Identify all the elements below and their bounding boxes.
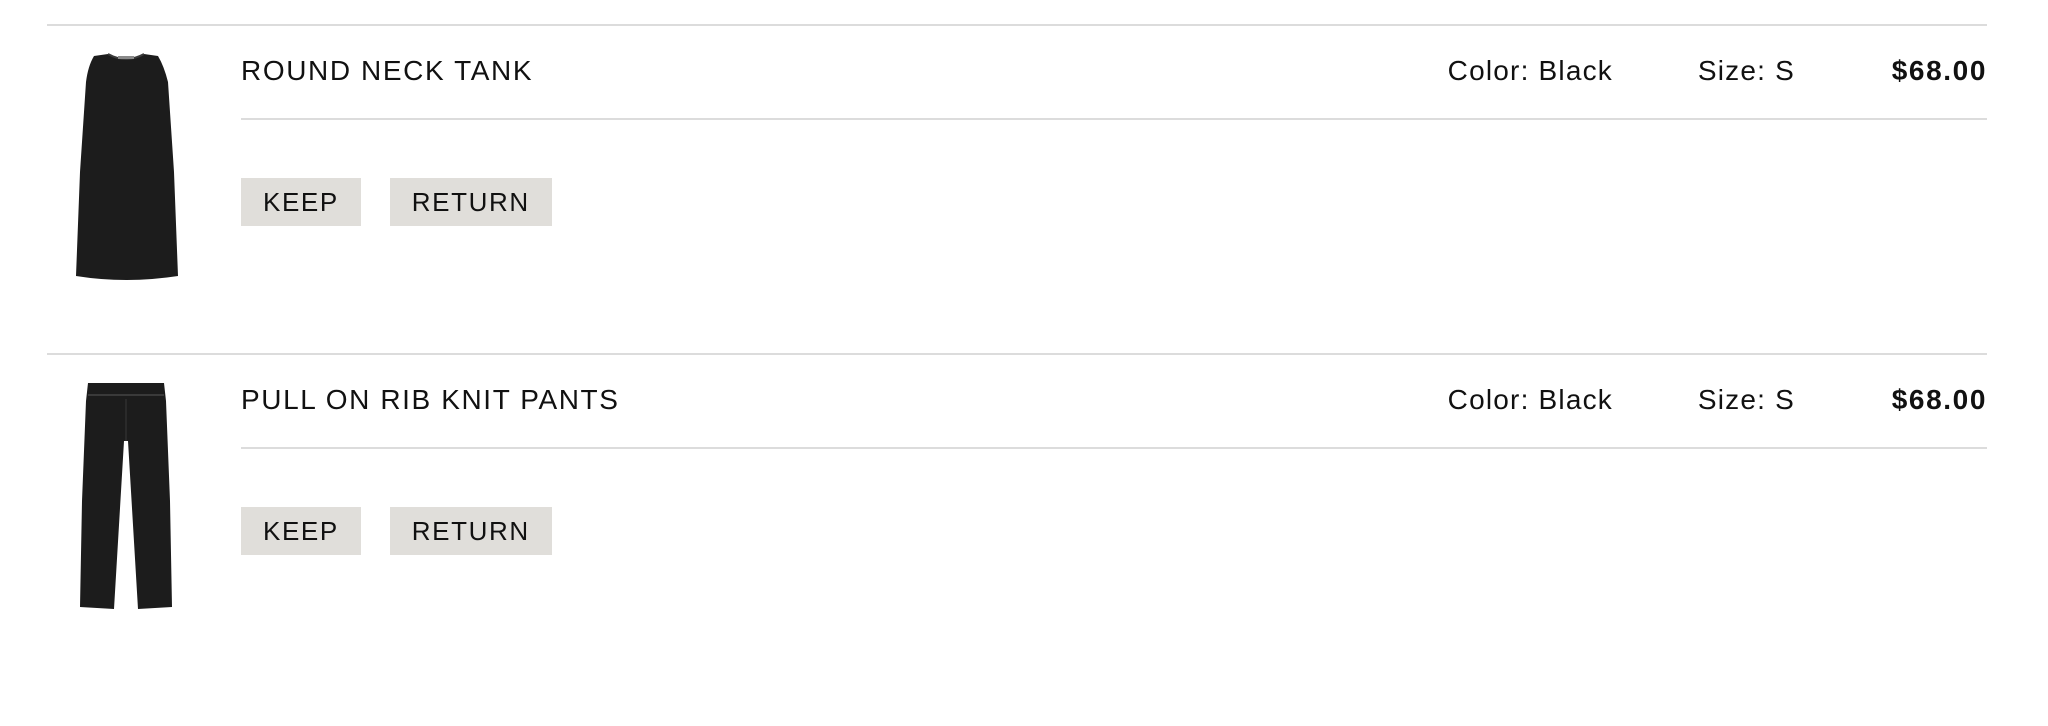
product-color: Color: Black bbox=[1447, 384, 1613, 415]
product-size: Size: S bbox=[1697, 55, 1795, 86]
item-header: ROUND NECK TANK Color: Black Size: S $68… bbox=[241, 26, 1987, 120]
item-details: ROUND NECK TANK Color: Black Size: S $68… bbox=[241, 26, 1987, 354]
pants-image bbox=[80, 383, 172, 609]
product-thumbnail[interactable] bbox=[47, 381, 205, 613]
item-actions: KEEP RETURN bbox=[241, 178, 552, 226]
product-color: Color: Black bbox=[1447, 55, 1613, 86]
product-name[interactable]: PULL ON RIB KNIT PANTS bbox=[241, 383, 620, 417]
keep-button[interactable]: KEEP bbox=[241, 507, 361, 555]
order-item: PULL ON RIB KNIT PANTS Color: Black Size… bbox=[47, 353, 1987, 685]
return-button[interactable]: RETURN bbox=[389, 178, 552, 226]
item-header: PULL ON RIB KNIT PANTS Color: Black Size… bbox=[241, 355, 1987, 449]
tank-top-image bbox=[76, 53, 178, 280]
keep-button[interactable]: KEEP bbox=[241, 178, 361, 226]
product-name[interactable]: ROUND NECK TANK bbox=[241, 54, 533, 88]
order-item: ROUND NECK TANK Color: Black Size: S $68… bbox=[47, 24, 1987, 356]
product-price: $68.00 bbox=[1891, 384, 1987, 415]
product-size: Size: S bbox=[1697, 384, 1795, 415]
return-button[interactable]: RETURN bbox=[389, 507, 552, 555]
item-details: PULL ON RIB KNIT PANTS Color: Black Size… bbox=[241, 355, 1987, 683]
product-thumbnail[interactable] bbox=[47, 52, 205, 284]
item-actions: KEEP RETURN bbox=[241, 507, 552, 555]
product-price: $68.00 bbox=[1891, 55, 1987, 86]
